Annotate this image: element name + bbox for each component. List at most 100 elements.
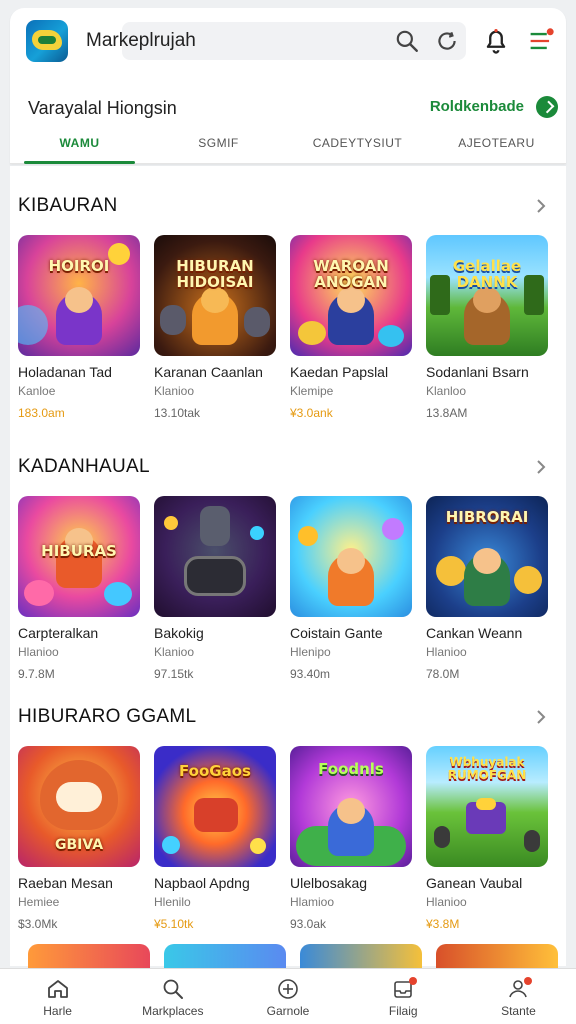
nav-label: Stante (501, 1004, 536, 1018)
bottom-navigation: Harle Markplaces Garnole Filaig Stante (0, 968, 576, 1024)
game-thumbnail: WAROAN ANOGAN (290, 235, 412, 356)
game-subtitle: Klanioo (154, 645, 195, 659)
game-price: 183.0am (18, 406, 65, 420)
game-thumbnail-partial[interactable] (28, 944, 150, 968)
thumbnail-text: Gelallae DANNK (452, 257, 522, 291)
filter-icon[interactable] (526, 26, 556, 56)
game-name: Ulelbosakag (290, 875, 368, 891)
store-title: Varayalal Hiongsin (28, 98, 177, 118)
notification-badge (524, 977, 533, 985)
game-price: 78.0M (426, 667, 460, 681)
game-name: Karanan Caanlan (154, 364, 263, 380)
game-card[interactable]: Coistain Gante Hlenipo 93.40m (290, 496, 412, 681)
game-name: Cankan Weann (426, 625, 523, 641)
game-thumbnail: HIBURAN HIDOISAI (154, 235, 276, 356)
game-card[interactable]: Gelallae DANNK Sodanlani Bsarn Klanloo 1… (426, 235, 548, 420)
game-price: 93.0ak (290, 917, 327, 931)
game-thumbnail-partial[interactable] (436, 944, 558, 968)
tab-4[interactable]: AJEOTEARU (427, 128, 566, 163)
tab-1[interactable]: WAMU (10, 128, 149, 164)
chevron-right-icon[interactable] (534, 710, 548, 724)
search-icon[interactable] (394, 28, 420, 54)
item-grid: HOIROI Holadanan Tad Kanloe 183.0am HIBU… (18, 235, 548, 425)
nav-garnole[interactable]: Garnole (230, 969, 345, 1024)
game-thumbnail-partial[interactable] (164, 944, 286, 968)
chevron-right-icon[interactable] (534, 460, 548, 474)
game-thumbnail: GBIVA (18, 746, 140, 867)
thumbnail-text: HIBRORAI (445, 508, 529, 526)
game-card[interactable]: HIBURAS Carpteralkan Hlanioo 9.7.8M (18, 496, 140, 681)
thumbnail-text: HIBURAS (41, 542, 117, 560)
game-card[interactable]: Foodnls Ulelbosakag Hlamioo 93.0ak (290, 746, 412, 931)
game-subtitle: Kanloe (18, 384, 56, 398)
plus-circle-icon (278, 979, 298, 999)
game-price: ¥5.10tk (154, 917, 194, 931)
game-card[interactable]: Wbhuyalak RUMOFGAN Ganean Vaubal Hlanioo… (426, 746, 548, 931)
game-name: Coistain Gante (290, 625, 383, 641)
nav-label: Harle (43, 1004, 72, 1018)
category-tabs: WAMU SGMIF CADEYTYSIUT AJEOTEARU (10, 128, 566, 164)
game-price: 93.40m (290, 667, 331, 681)
game-card[interactable]: GBIVA Raeban Mesan Hemiee $3.0Mk (18, 746, 140, 931)
game-subtitle: Klemipe (290, 384, 334, 398)
section-title: KIBAURAN (18, 195, 118, 216)
game-price: 13.8AM (426, 406, 468, 420)
section-title: KADANHAUAL (18, 456, 150, 477)
game-price: 13.10tak (154, 406, 201, 420)
nav-label: Markplaces (142, 1004, 204, 1018)
page: Markeplrujah Varayalal Hiongsin Roldkenb… (0, 0, 576, 1024)
game-name: Bakokig (154, 625, 204, 641)
game-thumbnail (290, 496, 412, 617)
bell-icon[interactable] (482, 26, 510, 56)
game-card[interactable]: Bakokig Klanioo 97.15tk (154, 496, 276, 681)
game-subtitle: Klanloo (426, 384, 467, 398)
game-thumbnail: HIBURAS (18, 496, 140, 617)
search-icon (163, 979, 183, 999)
item-grid: HIBURAS Carpteralkan Hlanioo 9.7.8M Bako… (18, 496, 548, 686)
section-title: HIBURARO GGAML (18, 706, 197, 727)
game-thumbnail: HOIROI (18, 235, 140, 356)
thumbnail-text: HOIROI (48, 257, 110, 275)
game-thumbnail: FooGaos (154, 746, 276, 867)
logo-shape-inner (38, 36, 56, 44)
game-card[interactable]: HIBRORAI Cankan Weann Hlanioo 78.0M (426, 496, 548, 681)
nav-profile[interactable]: Stante (461, 969, 576, 1024)
refresh-icon[interactable] (434, 28, 460, 54)
game-subtitle: Hlenipo (290, 645, 331, 659)
nav-filaig[interactable]: Filaig (346, 969, 461, 1024)
store-row: Varayalal Hiongsin Roldkenbade (28, 90, 558, 120)
game-card[interactable]: HOIROI Holadanan Tad Kanloe 183.0am (18, 235, 140, 420)
tab-2[interactable]: SGMIF (149, 128, 288, 163)
arrow-circle-icon[interactable] (536, 96, 558, 118)
game-thumbnail (154, 496, 276, 617)
game-subtitle: Hlanioo (426, 645, 467, 659)
thumbnail-text: HIBURAN HIDOISAI (176, 257, 254, 291)
app-logo[interactable] (26, 20, 68, 62)
game-subtitle: Hemiee (18, 895, 60, 909)
thumbnail-text: GBIVA (54, 837, 104, 853)
game-price: $3.0Mk (18, 917, 58, 931)
game-thumbnail: Wbhuyalak RUMOFGAN (426, 746, 548, 867)
store-link[interactable]: Roldkenbade (430, 98, 524, 115)
game-card[interactable]: WAROAN ANOGAN Kaedan Papslal Klemipe ¥3.… (290, 235, 412, 420)
tab-3[interactable]: CADEYTYSIUT (288, 128, 427, 163)
nav-marketplaces[interactable]: Markplaces (115, 969, 230, 1024)
game-thumbnail-partial[interactable] (300, 944, 422, 968)
thumbnail-text: WAROAN ANOGAN (313, 257, 389, 291)
game-card[interactable]: FooGaos Napbaol Apdng Hlenilo ¥5.10tk (154, 746, 276, 931)
game-thumbnail: Gelallae DANNK (426, 235, 548, 356)
game-name: Holadanan Tad (18, 364, 112, 380)
game-name: Raeban Mesan (18, 875, 113, 891)
nav-home[interactable]: Harle (0, 969, 115, 1024)
game-subtitle: Hlamioo (290, 895, 335, 909)
game-name: Napbaol Apdng (154, 875, 250, 891)
game-card[interactable]: HIBURAN HIDOISAI Karanan Caanlan Klanioo… (154, 235, 276, 420)
nav-label: Garnole (266, 1004, 310, 1018)
thumbnail-text: Foodnls (318, 760, 384, 778)
chevron-right-icon[interactable] (534, 199, 548, 213)
thumbnail-text: Wbhuyalak RUMOFGAN (447, 755, 527, 782)
game-price: 97.15tk (154, 667, 194, 681)
game-price: ¥3.8M (426, 917, 460, 931)
game-name: Carpteralkan (18, 625, 99, 641)
game-name: Ganean Vaubal (426, 875, 523, 891)
